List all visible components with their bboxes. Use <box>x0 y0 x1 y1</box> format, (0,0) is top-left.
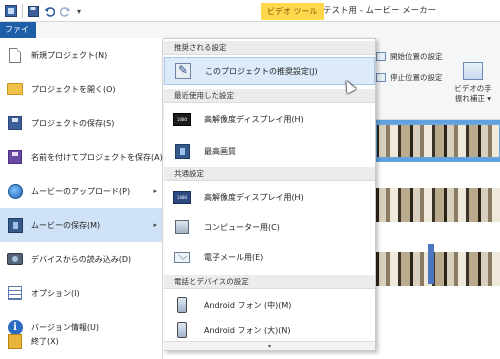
menu-item-label: 終了(X) <box>31 337 59 346</box>
submenu-item-label: Android フォン (大)(N) <box>204 325 291 335</box>
stabilization-label-line1: ビデオの手 <box>454 84 492 93</box>
open-folder-icon <box>6 80 24 98</box>
playhead-marker[interactable] <box>428 244 434 284</box>
clip-strip[interactable] <box>376 252 500 286</box>
menu-item-label: プロジェクトの保存(S) <box>31 118 115 128</box>
submenu-item-android-large[interactable]: Android フォン (大)(N) <box>164 319 375 341</box>
menu-item-upload-movie[interactable]: ムービーのアップロード(P) ▸ <box>0 174 162 208</box>
menu-item-label: ムービーのアップロード(P) <box>31 186 131 196</box>
computer-icon <box>173 219 191 235</box>
submenu-item-label: コンピューター用(C) <box>204 222 280 232</box>
hd-monitor-icon: 1080 <box>173 111 191 127</box>
app-icon[interactable] <box>4 4 18 18</box>
menu-item-import-from-device[interactable]: デバイスからの読み込み(D) <box>0 242 162 276</box>
clip-strip[interactable] <box>375 123 500 159</box>
section-header: 最近使用した設定 <box>164 89 375 103</box>
menu-item-save-project[interactable]: プロジェクトの保存(S) <box>0 106 162 140</box>
video-tools-context-tab[interactable]: ビデオ ツール <box>261 3 324 20</box>
hd-monitor-icon: 1080 <box>173 189 191 205</box>
set-start-point-button[interactable]: 開始位置の設定 <box>376 51 443 62</box>
title-bar: ▾ ビデオ ツール テスト用 - ムービー メーカー <box>0 0 500 22</box>
file-menu: 新規プロジェクト(N) プロジェクトを開く(O) プロジェクトの保存(S) 名前… <box>0 38 163 359</box>
section-header: 推奨される設定 <box>164 41 375 55</box>
undo-icon[interactable] <box>42 4 56 18</box>
submenu-item-recent-hd-display[interactable]: 1080 高解像度ディスプレイ用(H) <box>164 105 375 133</box>
window-title: テスト用 - ムービー メーカー <box>323 6 437 16</box>
submenu-item-label: 電子メール用(E) <box>204 252 264 262</box>
submenu-arrow-icon: ▸ <box>153 187 157 195</box>
android-phone-icon <box>173 322 191 338</box>
android-phone-icon <box>173 297 191 313</box>
menu-item-save-project-as[interactable]: 名前を付けてプロジェクトを保存(A) <box>0 140 163 174</box>
menu-item-label: ムービーの保存(M) <box>31 220 101 230</box>
submenu-item-android-medium[interactable]: Android フォン (中)(M) <box>164 291 375 319</box>
submenu-item-label: 高解像度ディスプレイ用(H) <box>204 114 304 124</box>
submenu-arrow-icon: ▸ <box>153 221 157 229</box>
storyboard[interactable] <box>375 120 500 359</box>
section-header: 電話とデバイスの設定 <box>164 275 375 289</box>
save-icon <box>6 114 24 132</box>
save-icon[interactable] <box>26 4 40 18</box>
video-stabilization-button[interactable]: ビデオの手 振れ補正 ▾ <box>448 62 498 104</box>
submenu-item-label: 最高画質 <box>204 146 236 156</box>
menu-item-new-project[interactable]: 新規プロジェクト(N) <box>0 38 162 72</box>
start-point-icon <box>376 52 386 61</box>
save-movie-icon <box>6 216 24 234</box>
exit-icon <box>6 333 24 351</box>
submenu-item-hd-display[interactable]: 1080 高解像度ディスプレイ用(H) <box>164 183 375 211</box>
end-point-icon <box>376 73 386 82</box>
stabilization-icon <box>463 62 483 80</box>
new-project-icon <box>6 46 24 64</box>
section-header: 共通設定 <box>164 167 375 181</box>
menu-item-label: デバイスからの読み込み(D) <box>31 254 132 264</box>
dropdown-icon[interactable]: ▾ <box>72 4 86 18</box>
scroll-down-button[interactable]: ▾ <box>164 341 375 350</box>
scroll-down-icon: ▾ <box>267 342 271 350</box>
timeline-bar <box>376 158 500 162</box>
menu-item-options[interactable]: オプション(I) <box>0 276 162 310</box>
set-end-point-button[interactable]: 停止位置の設定 <box>376 72 443 83</box>
menu-item-label: プロジェクトを開く(O) <box>31 84 116 94</box>
set-start-point-label: 開始位置の設定 <box>390 52 443 61</box>
clip-strip[interactable] <box>376 188 500 222</box>
submenu-item-label: 高解像度ディスプレイ用(H) <box>204 192 304 202</box>
submenu-item-label: Android フォン (中)(M) <box>204 300 292 310</box>
menu-item-label: オプション(I) <box>31 288 80 298</box>
camera-import-icon <box>6 250 24 268</box>
menu-item-open-project[interactable]: プロジェクトを開く(O) <box>0 72 162 106</box>
stabilization-label-line2: 振れ補正 ▾ <box>454 94 492 103</box>
submenu-item-label: このプロジェクトの推奨設定(J) <box>205 66 318 76</box>
submenu-item-email[interactable]: 電子メール用(E) <box>164 243 375 271</box>
set-end-point-label: 停止位置の設定 <box>390 73 443 82</box>
menu-item-label: 名前を付けてプロジェクトを保存(A) <box>31 152 163 162</box>
menu-item-label: 新規プロジェクト(N) <box>31 50 108 60</box>
submenu-item-computer[interactable]: コンピューター用(C) <box>164 213 375 241</box>
upload-globe-icon <box>6 182 24 200</box>
file-tab[interactable]: ファイル <box>0 22 36 50</box>
recommended-settings-icon <box>174 63 192 79</box>
submenu-item-recent-best-quality[interactable]: 最高画質 <box>164 137 375 165</box>
redo-icon[interactable] <box>58 4 72 18</box>
options-icon <box>6 284 24 302</box>
menu-item-exit[interactable]: 終了(X) <box>0 325 162 358</box>
quick-access-separator <box>22 4 23 18</box>
menu-item-save-movie[interactable]: ムービーの保存(M) ▸ <box>0 208 162 242</box>
best-quality-icon <box>173 143 191 159</box>
email-icon <box>173 249 191 265</box>
save-as-icon <box>6 148 24 166</box>
